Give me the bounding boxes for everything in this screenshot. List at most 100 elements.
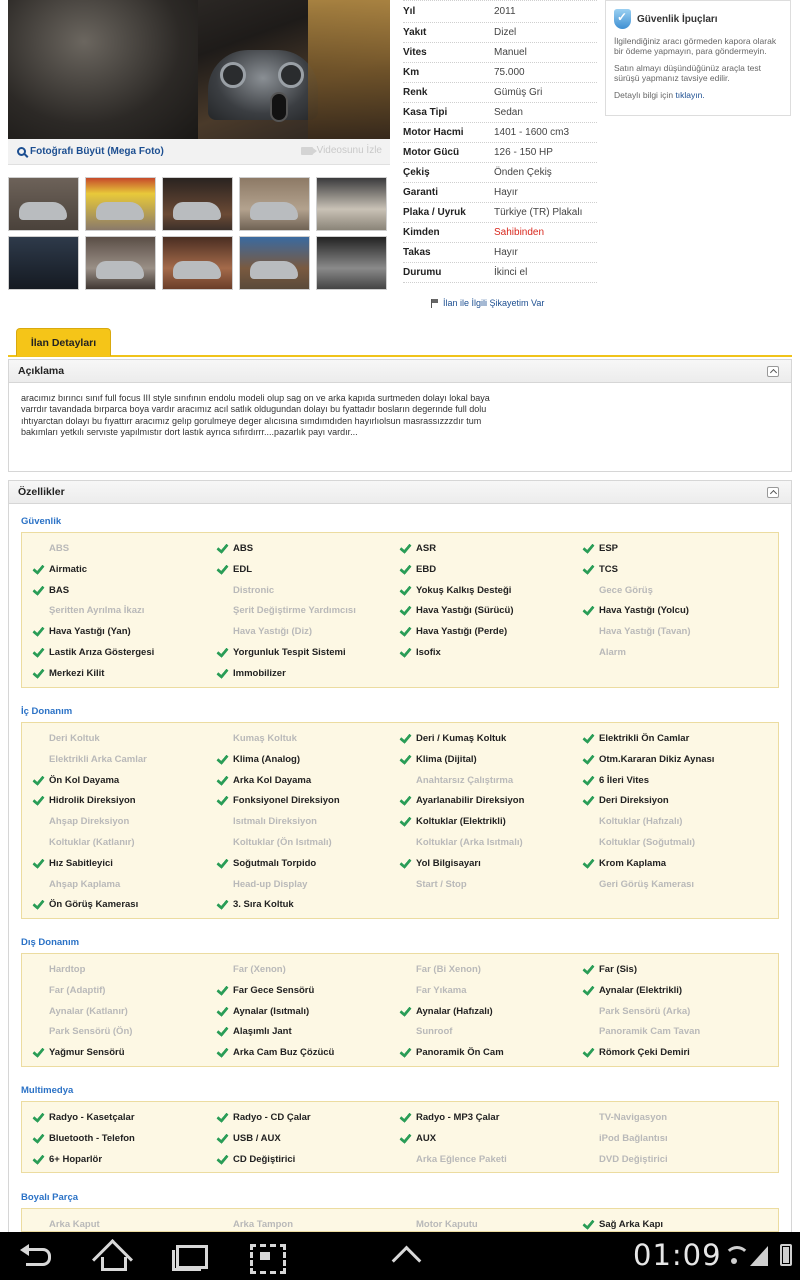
- description-panel-header[interactable]: Açıklama: [8, 359, 792, 383]
- main-photo[interactable]: [8, 0, 390, 139]
- feature-label: Krom Kaplama: [599, 857, 667, 869]
- feature-label: Deri Direksiyon: [599, 795, 669, 807]
- check-icon: [217, 1131, 231, 1143]
- feature-item: Arka Tampon: [233, 1219, 293, 1230]
- feature-label: Klima (Dijital): [416, 753, 477, 765]
- check-icon: [400, 1131, 414, 1143]
- feature-item: iPod Bağlantısı: [599, 1133, 668, 1144]
- feature-item: Koltuklar (Hafızalı): [599, 816, 682, 827]
- check-icon: [217, 562, 231, 574]
- feature-item: Isofix: [416, 647, 441, 658]
- feature-label: 6+ Hoparlör: [49, 1153, 103, 1165]
- feature-label: Far (Adaptif): [49, 984, 106, 996]
- enlarge-photo-link[interactable]: Fotoğrafı Büyüt (Mega Foto): [17, 146, 164, 157]
- info-key: Çekiş: [403, 167, 430, 178]
- check-icon: [33, 583, 47, 595]
- feature-item: Airmatic: [49, 564, 87, 575]
- feature-label: Park Sensörü (Arka): [599, 1005, 691, 1017]
- security-tips-header: Güvenlik İpuçları: [614, 9, 782, 29]
- photo-thumbnail[interactable]: [8, 177, 79, 231]
- check-icon: [217, 645, 231, 657]
- feature-item: Panoramik Ön Cam: [416, 1047, 504, 1058]
- feature-label: BAS: [49, 584, 70, 596]
- feature-label: Koltuklar (Katlanır): [49, 837, 135, 848]
- photo-knob: [278, 62, 304, 88]
- feature-item: Klima (Dijital): [416, 754, 477, 765]
- check-icon: [400, 645, 414, 657]
- photo-thumbnail[interactable]: [239, 236, 310, 290]
- feature-item: Radyo - CD Çalar: [233, 1112, 311, 1123]
- feature-item: EDL: [233, 564, 252, 575]
- feature-item: Koltuklar (Arka Isıtmalı): [416, 837, 523, 848]
- battery-icon: [780, 1244, 792, 1266]
- car-shape: [250, 261, 298, 279]
- info-key: Durumu: [403, 267, 442, 278]
- feature-item: Ön Görüş Kamerası: [49, 899, 138, 910]
- info-row: Motor Gücü 126 - 150 HP: [403, 143, 597, 163]
- feature-label: Koltuklar (Elektrikli): [416, 816, 506, 828]
- feature-label: Far (Bi Xenon): [416, 964, 481, 975]
- photo-thumbnail[interactable]: [162, 236, 233, 290]
- feature-item: Merkezi Kilit: [49, 668, 104, 679]
- check-icon: [33, 624, 47, 636]
- photo-thumbnail[interactable]: [8, 236, 79, 290]
- check-icon: [217, 1004, 231, 1016]
- recent-apps-icon[interactable]: [166, 1242, 212, 1271]
- security-tips-title: Güvenlik İpuçları: [637, 13, 718, 25]
- feature-item: Fonksiyonel Direksiyon: [233, 795, 340, 806]
- tab-underline: [8, 355, 792, 357]
- feature-label: Aynalar (Hafızalı): [416, 1005, 493, 1017]
- check-icon: [400, 583, 414, 595]
- feature-label: Hava Yastığı (Tavan): [599, 626, 691, 638]
- thumbnail-grid: [8, 177, 388, 290]
- photo-thumbnail[interactable]: [85, 236, 156, 290]
- feature-item: Yokuş Kalkış Desteği: [416, 585, 511, 596]
- feature-label: Yağmur Sensörü: [49, 1047, 125, 1059]
- feature-label: Elektrikli Ön Camlar: [599, 733, 690, 744]
- info-value: Önden Çekiş: [494, 167, 552, 178]
- feature-label: 6 İleri Vites: [599, 774, 649, 786]
- info-value: Hayır: [494, 247, 518, 258]
- photo-thumbnail[interactable]: [162, 177, 233, 231]
- photo-thumbnail[interactable]: [239, 177, 310, 231]
- check-icon: [400, 1045, 414, 1057]
- feature-group-title: Multimedya: [21, 1085, 74, 1096]
- photo-thumbnail[interactable]: [316, 177, 387, 231]
- feature-item: Arka Eğlence Paketi: [416, 1154, 507, 1165]
- back-icon[interactable]: [16, 1242, 62, 1270]
- home-icon[interactable]: [90, 1242, 136, 1271]
- feature-label: Sunroof: [416, 1026, 453, 1038]
- tab-listing-details[interactable]: İlan Detayları: [16, 328, 111, 356]
- check-icon: [33, 562, 47, 574]
- feature-label: Arka Kaput: [49, 1219, 100, 1230]
- feature-label: iPod Bağlantısı: [599, 1132, 668, 1144]
- feature-label: AUX: [416, 1132, 437, 1144]
- photo-thumbnail[interactable]: [316, 236, 387, 290]
- report-listing-link[interactable]: İlan ile İlgili Şikayetim Var: [431, 298, 544, 308]
- collapse-icon[interactable]: [767, 366, 779, 377]
- screenshot-icon[interactable]: [244, 1242, 290, 1274]
- car-shape: [250, 202, 298, 220]
- feature-label: Radyo - CD Çalar: [233, 1112, 311, 1123]
- feature-item: USB / AUX: [233, 1133, 281, 1144]
- feature-item: TCS: [599, 564, 618, 575]
- feature-item: Hava Yastığı (Sürücü): [416, 605, 514, 616]
- info-key: Motor Hacmi: [403, 127, 464, 138]
- info-value: İkinci el: [494, 267, 528, 278]
- info-row: Durumu İkinci el: [403, 263, 597, 283]
- feature-label: Römork Çeki Demiri: [599, 1047, 690, 1059]
- feature-label: Radyo - MP3 Çalar: [416, 1112, 500, 1123]
- feature-item: CD Değiştirici: [233, 1154, 295, 1165]
- feature-label: EDL: [233, 563, 252, 575]
- security-detail-link[interactable]: tıklayın.: [675, 90, 704, 100]
- check-icon: [583, 752, 597, 764]
- features-panel-header[interactable]: Özellikler: [8, 480, 792, 504]
- enlarge-photo-label: Fotoğrafı Büyüt (Mega Foto): [30, 146, 164, 157]
- photo-thumbnail[interactable]: [85, 177, 156, 231]
- feature-item: Aynalar (Isıtmalı): [233, 1006, 309, 1017]
- info-key: Vites: [403, 47, 427, 58]
- check-icon: [583, 1045, 597, 1057]
- feature-item: Isıtmalı Direksiyon: [233, 816, 317, 827]
- collapse-icon[interactable]: [767, 487, 779, 498]
- chevron-up-icon[interactable]: [386, 1242, 432, 1270]
